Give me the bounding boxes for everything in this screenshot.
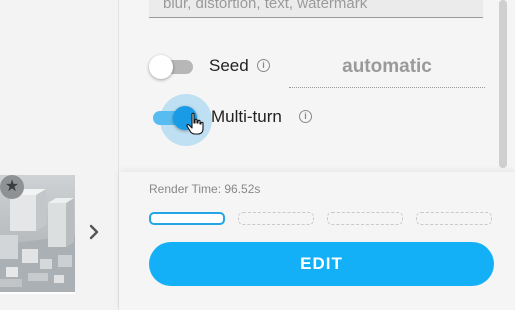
edit-button[interactable]: EDIT (149, 242, 494, 286)
image-thumbnail[interactable]: ★ (0, 175, 75, 294)
multi-turn-toggle-row: Multi-turn i (149, 102, 319, 132)
settings-panel: blur, distortion, text, watermark Seed i… (118, 0, 515, 310)
result-slot-1[interactable] (149, 212, 225, 225)
result-slot-2[interactable] (238, 212, 314, 225)
seed-label: Seed (209, 56, 249, 75)
result-slot-3[interactable] (327, 212, 403, 225)
panel-scrollbar[interactable] (499, 0, 507, 168)
info-icon[interactable]: i (257, 59, 270, 72)
seed-toggle-row: Seed i (149, 51, 289, 81)
hand-pointer-icon (186, 112, 204, 135)
negative-prompt-field[interactable]: blur, distortion, text, watermark (149, 0, 483, 18)
star-icon[interactable]: ★ (0, 175, 24, 199)
left-pane: ★ (0, 0, 118, 310)
render-footer: Render Time: 96.52s EDIT (119, 172, 515, 310)
chevron-right-icon[interactable] (86, 220, 102, 244)
seed-input[interactable]: automatic (289, 53, 485, 88)
seed-toggle-knob[interactable] (149, 55, 173, 79)
info-icon[interactable]: i (299, 110, 312, 123)
multi-turn-label: Multi-turn (211, 107, 282, 126)
result-slot-4[interactable] (416, 212, 492, 225)
options-scroll-area[interactable]: blur, distortion, text, watermark Seed i… (119, 0, 515, 172)
render-time-label: Render Time: 96.52s (149, 182, 261, 196)
